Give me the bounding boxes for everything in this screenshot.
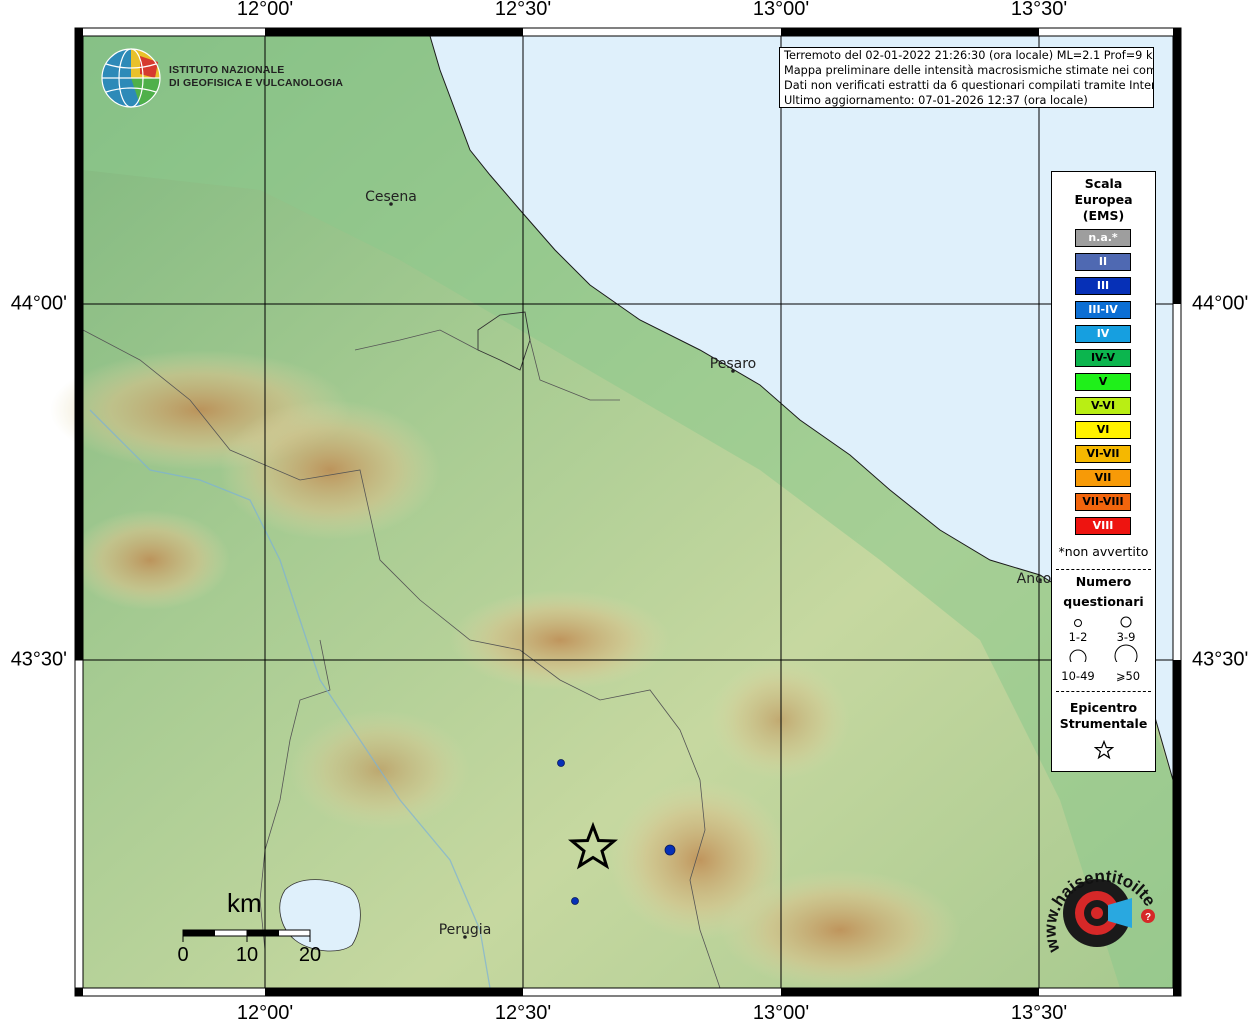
legend-panel: Scala Europea (EMS) n.a.* II III III-IV IV IV… xyxy=(1051,171,1156,772)
lat-label-right-2: 43°30' xyxy=(1192,648,1249,671)
event-info-line2: Mappa preliminare delle intensità macros… xyxy=(784,64,1154,77)
size-label-1-2: 1-2 xyxy=(1068,630,1088,644)
legend-swatch-n-a: n.a.* xyxy=(1075,229,1131,247)
relief-5 xyxy=(720,870,960,990)
legend-separator xyxy=(1056,569,1151,570)
city-label-perugia: Perugia xyxy=(438,922,492,938)
legend-swatch-vi: VI xyxy=(1075,421,1131,439)
lon-label-top-4: 13°30' xyxy=(1010,0,1068,20)
event-info-line1: Terremoto del 02-01-2022 21:26:30 (ora l… xyxy=(784,49,1154,62)
questionnaires-title-line2: questionari xyxy=(1063,594,1144,609)
legend-swatch-iii-iv: III-IV xyxy=(1075,301,1131,319)
event-info-line4: Ultimo aggiornamento: 07-01-2026 12:37 (… xyxy=(784,94,1088,107)
relief-2 xyxy=(70,510,230,610)
lat-label-left-2: 43°30' xyxy=(10,648,67,671)
watermark-text: www.haisentitoilterremoto.it xyxy=(1040,850,1160,955)
legend-separator xyxy=(1056,691,1151,692)
size-symbol-50-plus xyxy=(1114,644,1138,662)
lon-label-top-3: 13°00' xyxy=(752,0,810,20)
lon-label-bottom-2: 12°30' xyxy=(494,1002,552,1024)
legend-swatch-ii: II xyxy=(1075,253,1131,271)
legend-swatch-iv: IV xyxy=(1075,325,1131,343)
questionnaire-size-symbols xyxy=(1069,616,1138,662)
relief-3 xyxy=(450,590,670,690)
size-label-10-49: 10-49 xyxy=(1061,669,1095,683)
observation-point[interactable] xyxy=(664,844,676,856)
scale-bar-tick-10: 10 xyxy=(235,944,259,966)
legend-swatch-iii: III xyxy=(1075,277,1131,295)
relief-7 xyxy=(710,660,850,780)
legend-swatch-vii: VII xyxy=(1075,469,1131,487)
legend-title-line1: Scala xyxy=(1084,176,1123,191)
lon-label-top-1: 12°00' xyxy=(236,0,294,20)
city-label-ancona: Anco xyxy=(1016,571,1052,587)
legend-title-line3: (EMS) xyxy=(1082,208,1125,223)
legend-title-line2: Europea xyxy=(1074,192,1133,207)
legend-note: *non avvertito xyxy=(1058,544,1149,559)
size-symbol-1-2 xyxy=(1074,619,1082,627)
city-label-pesaro: Pesaro xyxy=(709,356,757,372)
event-info-line3: Dati non verificati estratti da 6 questi… xyxy=(784,79,1154,92)
epicenter-title-line1: Epicentro xyxy=(1069,700,1138,715)
scale-bar-tick-0: 0 xyxy=(177,944,189,966)
haisentito-watermark: www.haisentitoilterremoto.it xyxy=(1040,850,1160,955)
legend-swatch-vi-vii: VI-VII xyxy=(1075,445,1131,463)
observation-point[interactable] xyxy=(557,759,565,767)
lon-label-bottom-4: 13°30' xyxy=(1010,1002,1068,1024)
agency-name: ISTITUTO NAZIONALE DI GEOFISICA E VULCAN… xyxy=(169,64,343,90)
lon-label-bottom-3: 13°00' xyxy=(752,1002,810,1024)
event-info-box: Terremoto del 02-01-2022 21:26:30 (ora l… xyxy=(779,47,1154,108)
size-symbol-10-49 xyxy=(1069,649,1087,662)
lat-label-left-1: 44°00' xyxy=(10,292,67,315)
legend-title: Scala Europea (EMS) xyxy=(1052,176,1155,224)
lon-label-top-2: 12°30' xyxy=(494,0,552,20)
agency-name-line2: DI GEOFISICA E VULCANOLOGIA xyxy=(169,77,344,89)
questionnaires-title: Numero questionari xyxy=(1052,572,1155,612)
epicenter-title: Epicentro Strumentale xyxy=(1052,700,1155,732)
epicenter-legend-star-icon xyxy=(1094,740,1114,760)
legend-swatch-iv-v: IV-V xyxy=(1075,349,1131,367)
legend-swatch-v: V xyxy=(1075,373,1131,391)
lat-label-right-1: 44°00' xyxy=(1192,292,1249,315)
ingv-logo xyxy=(101,48,161,108)
legend-swatch-vii-viii: VII-VIII xyxy=(1075,493,1131,511)
size-symbol-3-9 xyxy=(1120,616,1132,628)
lon-label-bottom-1: 12°00' xyxy=(236,1002,294,1024)
observation-point[interactable] xyxy=(571,897,579,905)
questionnaires-title-line1: Numero xyxy=(1075,574,1132,589)
size-label-50-plus: ⩾50 xyxy=(1115,669,1141,683)
scale-bar-unit: km xyxy=(227,888,262,918)
size-label-3-9: 3-9 xyxy=(1116,630,1136,644)
legend-swatch-v-vi: V-VI xyxy=(1075,397,1131,415)
relief-1 xyxy=(220,400,440,540)
city-label-cesena: Cesena xyxy=(365,189,417,205)
svg-text:www.haisentitoilterremoto.it: www.haisentitoilterremoto.it xyxy=(1040,850,1160,955)
agency-name-line1: ISTITUTO NAZIONALE xyxy=(169,64,285,76)
scale-bar-tick-20: 20 xyxy=(298,944,322,966)
legend-swatch-viii: VIII xyxy=(1075,517,1131,535)
epicenter-title-line2: Strumentale xyxy=(1059,716,1148,731)
